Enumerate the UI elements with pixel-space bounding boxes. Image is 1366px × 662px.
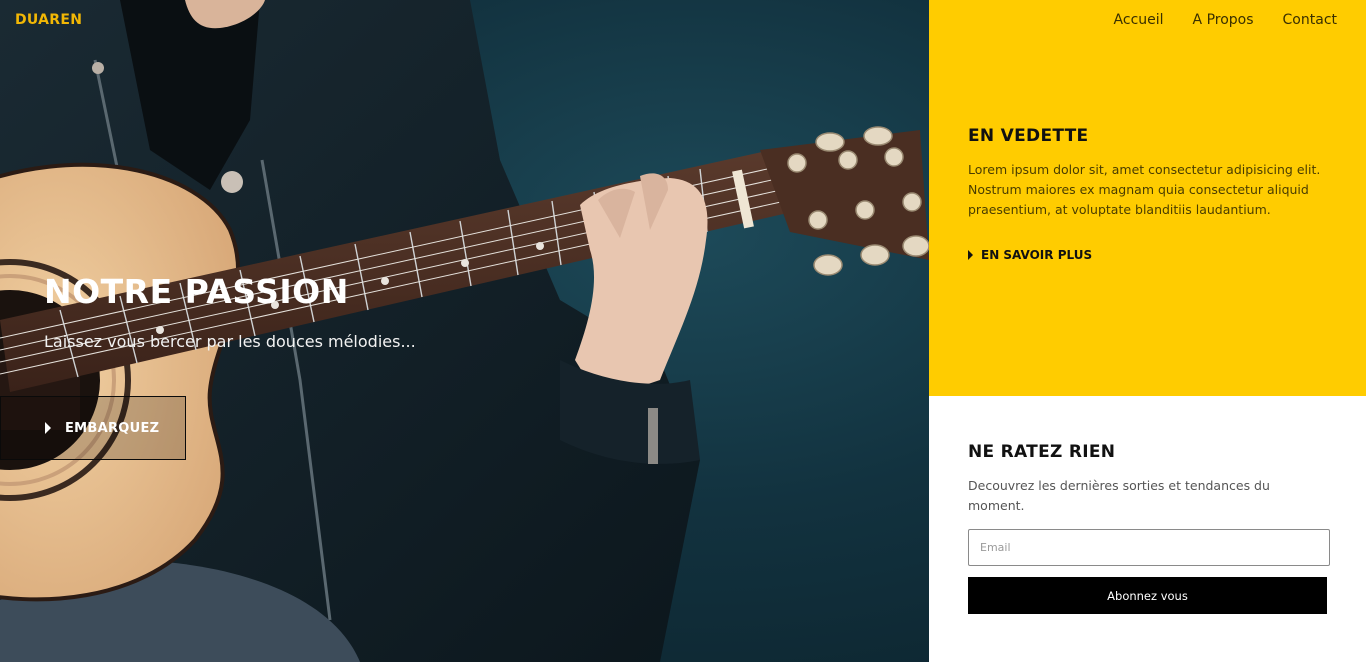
nav-item-accueil[interactable]: Accueil	[1114, 12, 1164, 28]
guitarist-photo	[0, 0, 929, 662]
embarquez-button-label: EMBARQUEZ	[65, 420, 160, 436]
featured-text: Lorem ipsum dolor sit, amet consectetur …	[968, 162, 1321, 217]
right-column: Accueil A Propos Contact EN VEDETTE Lore…	[929, 0, 1366, 662]
en-savoir-plus-link[interactable]: EN SAVOIR PLUS	[968, 248, 1092, 262]
play-triangle-icon	[45, 422, 51, 434]
brand-logo[interactable]: DUAREN	[15, 12, 82, 28]
play-triangle-icon	[968, 250, 973, 260]
newsletter-title: NE RATEZ RIEN	[968, 442, 1116, 462]
main-nav: Accueil A Propos Contact	[1114, 12, 1337, 28]
subscribe-button[interactable]: Abonnez vous	[968, 577, 1327, 614]
nav-item-a-propos[interactable]: A Propos	[1193, 12, 1254, 28]
newsletter-text: Decouvrez les dernières sorties et tenda…	[968, 478, 1270, 513]
embarquez-button[interactable]: EMBARQUEZ	[0, 396, 186, 460]
featured-section: Accueil A Propos Contact EN VEDETTE Lore…	[929, 0, 1366, 396]
nav-item-contact[interactable]: Contact	[1283, 12, 1337, 28]
featured-title: EN VEDETTE	[968, 126, 1089, 146]
en-savoir-plus-label: EN SAVOIR PLUS	[981, 248, 1093, 262]
newsletter-section: NE RATEZ RIEN Decouvrez les dernières so…	[929, 396, 1366, 662]
email-input[interactable]	[968, 529, 1330, 566]
hero-subtitle: Laissez vous bercer par les douces mélod…	[44, 332, 416, 351]
landing-page: DUAREN NOTRE PASSION Laissez vous bercer…	[0, 0, 1366, 662]
hero-title: NOTRE PASSION	[44, 272, 349, 311]
hero-section: DUAREN NOTRE PASSION Laissez vous bercer…	[0, 0, 929, 662]
